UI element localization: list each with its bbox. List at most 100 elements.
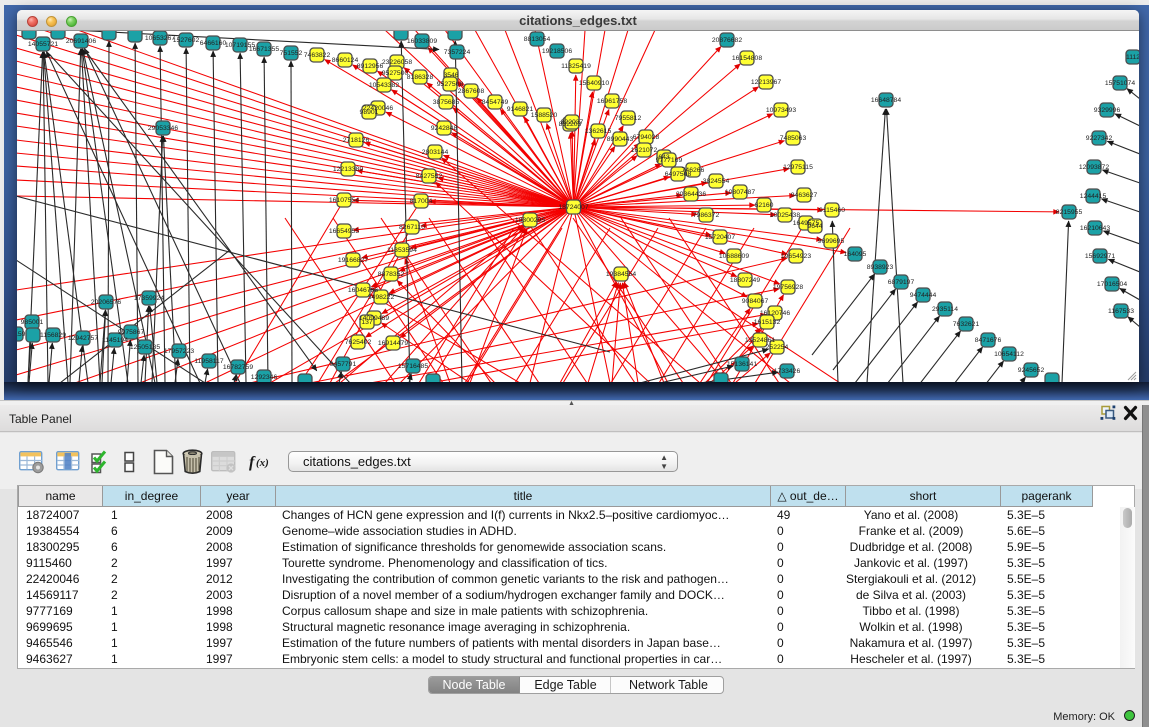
svg-text:16654955: 16654955: [329, 228, 359, 235]
svg-text:6794028: 6794028: [633, 134, 660, 141]
svg-text:10025438: 10025438: [770, 212, 800, 219]
svg-text:17957223: 17957223: [164, 348, 194, 355]
svg-text:17359924: 17359924: [134, 295, 164, 302]
svg-text:164095: 164095: [844, 251, 867, 258]
svg-text:985001: 985001: [21, 319, 44, 326]
svg-text:16033809: 16033809: [407, 38, 437, 45]
svg-text:6466160: 6466160: [200, 40, 227, 47]
svg-text:16961758: 16961758: [597, 98, 627, 105]
svg-text:1167533: 1167533: [1108, 308, 1134, 315]
svg-text:8267110: 8267110: [399, 224, 425, 231]
svg-text:3546: 3546: [443, 72, 458, 79]
svg-text:12213967: 12213967: [751, 79, 781, 86]
svg-text:16914479: 16914479: [378, 340, 408, 347]
svg-text:9457791: 9457791: [330, 361, 357, 368]
svg-text:1733426: 1733426: [774, 368, 801, 375]
svg-text:12213389: 12213389: [333, 166, 363, 173]
svg-text:8186328: 8186328: [407, 74, 434, 81]
svg-text:7625402: 7625402: [345, 339, 372, 346]
svg-text:15716485: 15716485: [398, 363, 428, 370]
svg-text:11958117: 11958117: [194, 358, 223, 365]
svg-text:11353594: 11353594: [387, 247, 417, 254]
svg-text:8938923: 8938923: [867, 264, 894, 271]
svg-text:2935114: 2935114: [932, 306, 958, 313]
svg-text:(x): (x): [256, 457, 269, 469]
svg-text:7955812: 7955812: [615, 115, 642, 122]
svg-text:9245652: 9245652: [1018, 367, 1045, 374]
svg-text:16046786: 16046786: [348, 287, 378, 294]
svg-text:8454749: 8454749: [482, 99, 509, 106]
svg-text:9527500: 9527500: [382, 70, 409, 77]
svg-text:17016504: 17016504: [1097, 281, 1127, 288]
svg-text:6497508: 6497508: [665, 171, 692, 178]
svg-text:9777169: 9777169: [656, 157, 683, 164]
svg-text:8990443: 8990443: [607, 136, 634, 143]
svg-text:19166827: 19166827: [338, 257, 368, 264]
svg-text:1621072: 1621072: [631, 147, 658, 154]
svg-text:20364436: 20364436: [676, 191, 706, 198]
svg-text:15692971: 15692971: [1085, 253, 1115, 260]
svg-text:19384554: 19384554: [606, 271, 636, 278]
svg-text:1112: 1112: [1126, 54, 1139, 61]
svg-text:9474444: 9474444: [910, 292, 937, 299]
svg-text:8660124: 8660124: [332, 57, 359, 64]
svg-text:19756928: 19756928: [773, 284, 803, 291]
svg-text:7357224: 7357224: [444, 49, 471, 56]
svg-text:1588520: 1588520: [531, 112, 558, 119]
svg-text:39159: 39159: [17, 331, 26, 338]
svg-text:12093872: 12093872: [1079, 164, 1109, 171]
svg-text:19218506: 19218506: [542, 48, 572, 55]
svg-text:137: 137: [361, 319, 373, 326]
svg-text:16671355: 16671355: [249, 46, 279, 53]
svg-text:3824554: 3824554: [703, 178, 730, 185]
svg-text:1362615: 1362615: [585, 128, 612, 135]
svg-text:9115460: 9115460: [819, 207, 845, 214]
svg-text:62160: 62160: [755, 202, 774, 209]
svg-text:20876682: 20876682: [712, 37, 742, 44]
svg-text:13524861: 13524861: [745, 337, 775, 344]
svg-text:8912956: 8912956: [357, 63, 384, 70]
svg-text:2718126: 2718126: [343, 137, 370, 144]
svg-text:16782759: 16782759: [223, 364, 253, 371]
svg-text:16154808: 16154808: [732, 55, 762, 62]
svg-text:7632621: 7632621: [953, 321, 980, 328]
svg-text:18300295: 18300295: [515, 217, 545, 224]
svg-text:1292346: 1292346: [251, 374, 278, 381]
svg-text:15751074: 15751074: [1105, 80, 1135, 87]
svg-text:3498222: 3498222: [368, 294, 395, 301]
svg-text:252254: 252254: [766, 344, 789, 351]
svg-text:11325419: 11325419: [561, 63, 591, 70]
svg-text:f: f: [249, 454, 256, 471]
svg-text:9329996: 9329996: [1094, 107, 1121, 114]
svg-text:822037: 822037: [561, 119, 584, 126]
svg-text:10653267: 10653267: [145, 35, 175, 42]
svg-text:12942757: 12942757: [68, 335, 98, 342]
svg-text:98901: 98901: [360, 109, 379, 116]
svg-text:7986372: 7986372: [693, 212, 720, 219]
svg-text:10543382: 10543382: [369, 82, 399, 89]
svg-text:8215955: 8215955: [1056, 209, 1083, 216]
svg-text:18724007: 18724007: [558, 204, 588, 211]
svg-text:6879197: 6879197: [888, 279, 915, 286]
svg-text:20206576: 20206576: [91, 299, 121, 306]
svg-text:16210643: 16210643: [1080, 225, 1110, 232]
svg-text:1527602: 1527602: [173, 37, 200, 44]
svg-text:16648784: 16648784: [871, 97, 901, 104]
svg-text:19654923: 19654923: [781, 253, 811, 260]
svg-text:7485063: 7485063: [780, 135, 807, 142]
svg-text:9146821: 9146821: [507, 106, 534, 113]
svg-text:23226058: 23226058: [382, 59, 412, 66]
svg-text:10688609: 10688609: [719, 253, 749, 260]
svg-text:8471676: 8471676: [975, 337, 1002, 344]
svg-text:15136141: 15136141: [727, 361, 757, 368]
svg-text:9644: 9644: [807, 223, 822, 230]
svg-text:8813054: 8813054: [524, 36, 551, 43]
svg-text:18807249: 18807249: [730, 277, 760, 284]
svg-text:7463822: 7463822: [304, 52, 331, 59]
svg-text:10654112: 10654112: [994, 351, 1024, 358]
svg-text:9463627: 9463627: [791, 192, 818, 199]
svg-text:1145194: 1145194: [102, 337, 128, 344]
svg-text:10807487: 10807487: [725, 189, 755, 196]
svg-text:20691406: 20691406: [66, 38, 96, 45]
svg-text:817004: 817004: [410, 198, 433, 205]
